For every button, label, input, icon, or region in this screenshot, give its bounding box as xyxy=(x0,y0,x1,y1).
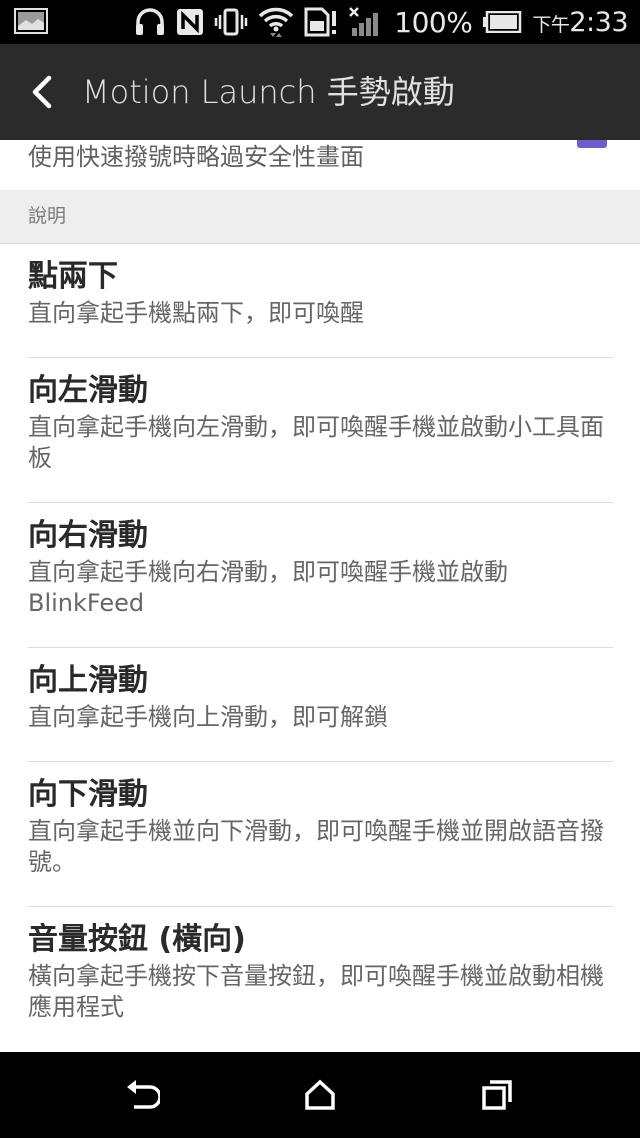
skip-security-screen-label: 使用快速撥號時略過安全性畫面 xyxy=(28,143,364,171)
screen: 100% 下午2:33 Motion Launch 手勢啟動 使用快速撥號時略過… xyxy=(0,0,640,1138)
section-header: 說明 xyxy=(0,190,640,244)
item-desc: 直向拿起手機點兩下，即可喚醒 xyxy=(28,299,364,327)
app-bar: Motion Launch 手勢啟動 xyxy=(0,44,640,140)
status-icons: 100% 下午2:33 xyxy=(134,0,640,44)
sim-alert-icon xyxy=(304,7,337,37)
battery-percent: 100% xyxy=(394,5,473,39)
wifi-icon xyxy=(259,7,294,37)
nfc-icon xyxy=(177,9,204,35)
item-title: 向左滑動 xyxy=(28,373,148,408)
item-desc: 直向拿起手機向上滑動，即可解鎖 xyxy=(28,703,388,731)
gallery-icon xyxy=(14,8,48,34)
list-item-swipe-down: 向下滑動 直向拿起手機並向下滑動，即可喚醒手機並開啟語音撥號。 xyxy=(28,776,613,878)
item-title: 向右滑動 xyxy=(28,518,148,553)
section-header-label: 說明 xyxy=(28,205,67,227)
vibrate-icon xyxy=(215,8,248,36)
headset-icon xyxy=(136,8,165,35)
item-title: 向下滑動 xyxy=(28,777,148,812)
item-desc: 直向拿起手機並向下滑動，即可喚醒手機並開啟語音撥號。 xyxy=(28,817,604,876)
status-time-value: 2:33 xyxy=(569,6,628,38)
item-title: 音量按鈕 (橫向) xyxy=(28,922,246,957)
nav-back-icon xyxy=(127,1080,160,1109)
page-title: Motion Launch 手勢啟動 xyxy=(82,73,455,111)
list-item-volume-button: 音量按鈕 (橫向) 橫向拿起手機按下音量按鈕，即可喚醒手機並啟動相機應用程式 xyxy=(28,921,613,1023)
divider xyxy=(28,357,613,358)
status-time: 下午2:33 xyxy=(532,7,628,38)
list-item-swipe-right: 向右滑動 直向拿起手機向右滑動，即可喚醒手機並啟動BlinkFeed xyxy=(28,517,613,619)
chevron-left-icon xyxy=(32,75,52,109)
divider xyxy=(28,761,613,762)
back-button[interactable] xyxy=(20,70,64,114)
navigation-bar xyxy=(0,1052,640,1138)
divider xyxy=(28,906,613,907)
item-desc: 直向拿起手機向左滑動，即可喚醒手機並啟動小工具面板 xyxy=(28,413,604,472)
item-desc: 直向拿起手機向右滑動，即可喚醒手機並啟動BlinkFeed xyxy=(28,558,508,617)
item-title: 點兩下 xyxy=(28,259,118,294)
list-item-swipe-up: 向上滑動 直向拿起手機向上滑動，即可解鎖 xyxy=(28,662,613,733)
battery-icon xyxy=(483,11,522,33)
nav-home-button[interactable] xyxy=(297,1072,343,1118)
divider xyxy=(28,502,613,503)
nav-home-icon xyxy=(305,1079,335,1110)
item-desc: 橫向拿起手機按下音量按鈕，即可喚醒手機並啟動相機應用程式 xyxy=(28,962,604,1021)
nav-back-button[interactable] xyxy=(119,1072,165,1118)
status-bar: 100% 下午2:33 xyxy=(0,0,640,44)
list-item-swipe-left: 向左滑動 直向拿起手機向左滑動，即可喚醒手機並啟動小工具面板 xyxy=(28,372,613,474)
content-list[interactable]: 使用快速撥號時略過安全性畫面 說明 點兩下 直向拿起手機點兩下，即可喚醒 向左滑… xyxy=(0,140,640,1052)
list-item-double-tap: 點兩下 直向拿起手機點兩下，即可喚醒 xyxy=(28,258,613,329)
skip-security-screen-checkbox[interactable] xyxy=(577,140,607,148)
status-time-ampm: 下午 xyxy=(532,13,570,36)
skip-security-screen-item[interactable]: 使用快速撥號時略過安全性畫面 xyxy=(0,140,640,190)
item-title: 向上滑動 xyxy=(28,663,148,698)
nav-recents-icon xyxy=(482,1080,512,1110)
nav-recents-button[interactable] xyxy=(474,1072,520,1118)
divider xyxy=(28,647,613,648)
signal-icon xyxy=(349,7,379,36)
